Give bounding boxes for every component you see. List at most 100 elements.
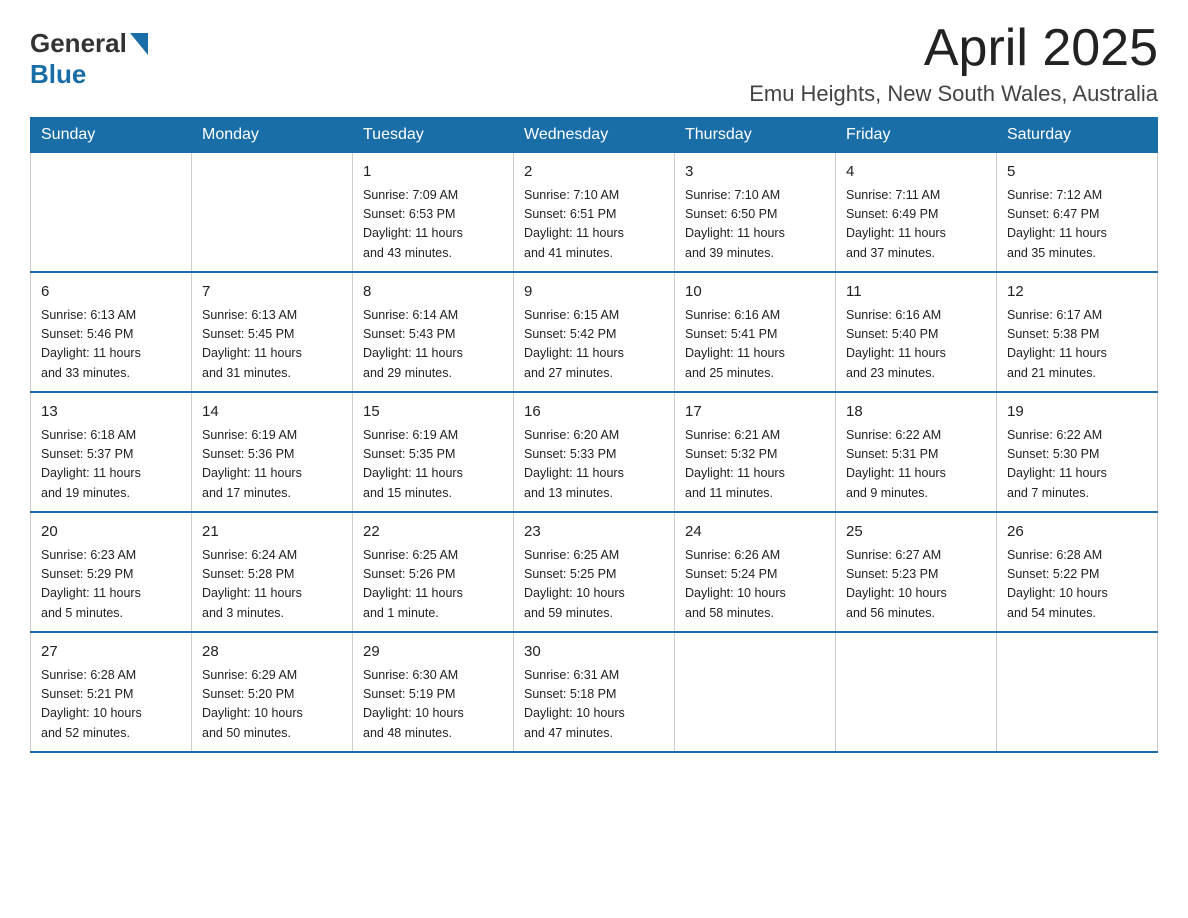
day-info: Sunrise: 6:21 AMSunset: 5:32 PMDaylight:… [685,426,825,504]
day-info: Sunrise: 6:17 AMSunset: 5:38 PMDaylight:… [1007,306,1147,384]
day-number: 29 [363,641,503,664]
title-area: April 2025 Emu Heights, New South Wales,… [749,20,1158,107]
calendar-cell: 17Sunrise: 6:21 AMSunset: 5:32 PMDayligh… [675,392,836,512]
day-number: 5 [1007,161,1147,184]
day-info: Sunrise: 6:23 AMSunset: 5:29 PMDaylight:… [41,546,181,624]
day-number: 18 [846,401,986,424]
calendar-cell [836,632,997,752]
day-info: Sunrise: 6:28 AMSunset: 5:21 PMDaylight:… [41,666,181,744]
logo-general-text: General [30,28,127,59]
day-info: Sunrise: 6:28 AMSunset: 5:22 PMDaylight:… [1007,546,1147,624]
calendar-cell: 29Sunrise: 6:30 AMSunset: 5:19 PMDayligh… [353,632,514,752]
day-info: Sunrise: 6:25 AMSunset: 5:26 PMDaylight:… [363,546,503,624]
calendar-cell: 23Sunrise: 6:25 AMSunset: 5:25 PMDayligh… [514,512,675,632]
calendar-cell: 6Sunrise: 6:13 AMSunset: 5:46 PMDaylight… [31,272,192,392]
calendar-cell: 1Sunrise: 7:09 AMSunset: 6:53 PMDaylight… [353,153,514,273]
day-number: 20 [41,521,181,544]
day-number: 14 [202,401,342,424]
day-info: Sunrise: 7:12 AMSunset: 6:47 PMDaylight:… [1007,186,1147,264]
day-info: Sunrise: 7:09 AMSunset: 6:53 PMDaylight:… [363,186,503,264]
calendar-cell: 9Sunrise: 6:15 AMSunset: 5:42 PMDaylight… [514,272,675,392]
day-info: Sunrise: 6:30 AMSunset: 5:19 PMDaylight:… [363,666,503,744]
calendar-cell: 8Sunrise: 6:14 AMSunset: 5:43 PMDaylight… [353,272,514,392]
day-number: 17 [685,401,825,424]
day-info: Sunrise: 6:16 AMSunset: 5:41 PMDaylight:… [685,306,825,384]
calendar-cell: 16Sunrise: 6:20 AMSunset: 5:33 PMDayligh… [514,392,675,512]
day-number: 6 [41,281,181,304]
day-info: Sunrise: 6:22 AMSunset: 5:31 PMDaylight:… [846,426,986,504]
calendar-cell: 4Sunrise: 7:11 AMSunset: 6:49 PMDaylight… [836,153,997,273]
day-number: 10 [685,281,825,304]
calendar-cell [192,153,353,273]
calendar-cell: 19Sunrise: 6:22 AMSunset: 5:30 PMDayligh… [997,392,1158,512]
day-info: Sunrise: 6:24 AMSunset: 5:28 PMDaylight:… [202,546,342,624]
calendar-cell: 10Sunrise: 6:16 AMSunset: 5:41 PMDayligh… [675,272,836,392]
calendar-cell [997,632,1158,752]
day-info: Sunrise: 6:13 AMSunset: 5:46 PMDaylight:… [41,306,181,384]
day-number: 11 [846,281,986,304]
calendar-cell: 12Sunrise: 6:17 AMSunset: 5:38 PMDayligh… [997,272,1158,392]
calendar-cell: 26Sunrise: 6:28 AMSunset: 5:22 PMDayligh… [997,512,1158,632]
col-friday: Friday [836,118,997,153]
day-info: Sunrise: 6:18 AMSunset: 5:37 PMDaylight:… [41,426,181,504]
calendar-cell: 20Sunrise: 6:23 AMSunset: 5:29 PMDayligh… [31,512,192,632]
day-number: 30 [524,641,664,664]
calendar-week-row: 27Sunrise: 6:28 AMSunset: 5:21 PMDayligh… [31,632,1158,752]
day-info: Sunrise: 6:29 AMSunset: 5:20 PMDaylight:… [202,666,342,744]
day-number: 28 [202,641,342,664]
month-title: April 2025 [749,20,1158,77]
day-number: 25 [846,521,986,544]
logo-blue-text: Blue [30,59,86,89]
day-number: 12 [1007,281,1147,304]
day-number: 27 [41,641,181,664]
day-number: 26 [1007,521,1147,544]
page-header: General Blue April 2025 Emu Heights, New… [30,20,1158,107]
calendar-cell: 22Sunrise: 6:25 AMSunset: 5:26 PMDayligh… [353,512,514,632]
calendar-week-row: 13Sunrise: 6:18 AMSunset: 5:37 PMDayligh… [31,392,1158,512]
calendar-cell [675,632,836,752]
day-number: 15 [363,401,503,424]
col-tuesday: Tuesday [353,118,514,153]
day-info: Sunrise: 6:14 AMSunset: 5:43 PMDaylight:… [363,306,503,384]
calendar-cell: 11Sunrise: 6:16 AMSunset: 5:40 PMDayligh… [836,272,997,392]
day-info: Sunrise: 6:20 AMSunset: 5:33 PMDaylight:… [524,426,664,504]
calendar-week-row: 20Sunrise: 6:23 AMSunset: 5:29 PMDayligh… [31,512,1158,632]
day-number: 24 [685,521,825,544]
day-number: 16 [524,401,664,424]
calendar-week-row: 1Sunrise: 7:09 AMSunset: 6:53 PMDaylight… [31,153,1158,273]
calendar-cell: 25Sunrise: 6:27 AMSunset: 5:23 PMDayligh… [836,512,997,632]
day-info: Sunrise: 6:26 AMSunset: 5:24 PMDaylight:… [685,546,825,624]
day-info: Sunrise: 6:22 AMSunset: 5:30 PMDaylight:… [1007,426,1147,504]
logo: General Blue [30,20,148,90]
col-wednesday: Wednesday [514,118,675,153]
day-number: 2 [524,161,664,184]
day-info: Sunrise: 6:15 AMSunset: 5:42 PMDaylight:… [524,306,664,384]
calendar-cell: 21Sunrise: 6:24 AMSunset: 5:28 PMDayligh… [192,512,353,632]
calendar-cell: 13Sunrise: 6:18 AMSunset: 5:37 PMDayligh… [31,392,192,512]
calendar-cell: 2Sunrise: 7:10 AMSunset: 6:51 PMDaylight… [514,153,675,273]
col-sunday: Sunday [31,118,192,153]
calendar-cell: 5Sunrise: 7:12 AMSunset: 6:47 PMDaylight… [997,153,1158,273]
col-monday: Monday [192,118,353,153]
day-number: 9 [524,281,664,304]
logo-arrow-icon [130,33,148,55]
col-saturday: Saturday [997,118,1158,153]
calendar-cell [31,153,192,273]
calendar-header-row: Sunday Monday Tuesday Wednesday Thursday… [31,118,1158,153]
calendar-cell: 3Sunrise: 7:10 AMSunset: 6:50 PMDaylight… [675,153,836,273]
day-number: 3 [685,161,825,184]
calendar-cell: 7Sunrise: 6:13 AMSunset: 5:45 PMDaylight… [192,272,353,392]
day-number: 21 [202,521,342,544]
day-info: Sunrise: 7:11 AMSunset: 6:49 PMDaylight:… [846,186,986,264]
calendar-cell: 27Sunrise: 6:28 AMSunset: 5:21 PMDayligh… [31,632,192,752]
calendar-cell: 28Sunrise: 6:29 AMSunset: 5:20 PMDayligh… [192,632,353,752]
calendar-cell: 18Sunrise: 6:22 AMSunset: 5:31 PMDayligh… [836,392,997,512]
day-number: 19 [1007,401,1147,424]
calendar-cell: 14Sunrise: 6:19 AMSunset: 5:36 PMDayligh… [192,392,353,512]
day-info: Sunrise: 6:25 AMSunset: 5:25 PMDaylight:… [524,546,664,624]
day-number: 1 [363,161,503,184]
day-info: Sunrise: 6:19 AMSunset: 5:36 PMDaylight:… [202,426,342,504]
day-number: 7 [202,281,342,304]
day-number: 13 [41,401,181,424]
day-info: Sunrise: 6:16 AMSunset: 5:40 PMDaylight:… [846,306,986,384]
